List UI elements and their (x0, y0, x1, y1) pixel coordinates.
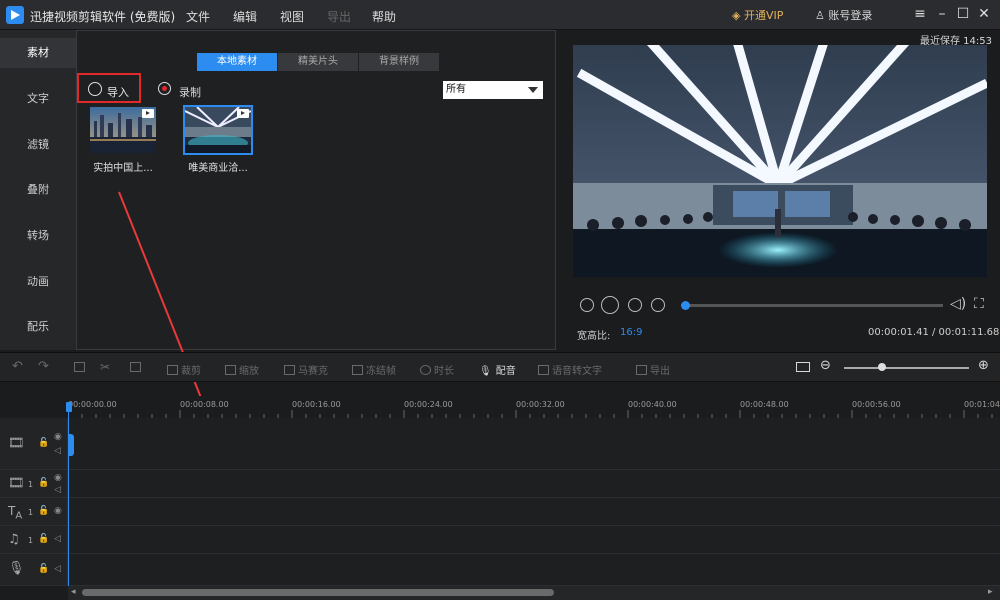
mosaic-icon (284, 365, 295, 375)
undo-icon[interactable]: ↶ (12, 359, 23, 374)
track-header: 🎞 1 🔓 ◉ ◁ (0, 470, 68, 497)
music-track[interactable]: ♫ 1 🔓 ◁ (0, 526, 1000, 554)
ruler-tick-label: 00:00:24.00 (404, 400, 453, 409)
lock-icon[interactable]: 🔓 (38, 438, 49, 448)
voiceover-button[interactable]: 🎙 配音 (479, 362, 516, 377)
speech-to-text-button[interactable]: 语音转文字 (538, 362, 602, 377)
track-header: TA 1 🔓 ◉ (0, 498, 68, 525)
freeze-frame-button[interactable]: 冻结帧 (352, 362, 396, 377)
ruler-tick-label: 00:00:32.00 (516, 400, 565, 409)
voiceover-track[interactable]: 🎙 🔓 ◁ (0, 554, 1000, 586)
track-number: 1 (28, 536, 34, 545)
duration-button[interactable]: 时长 (420, 362, 454, 377)
film-icon: 🎞 (8, 436, 25, 451)
scrollbar-thumb[interactable] (82, 589, 554, 596)
progress-knob[interactable] (680, 301, 690, 310)
text-icon: TA (8, 504, 23, 522)
edit-icon[interactable] (74, 362, 88, 374)
playhead-handle[interactable] (66, 402, 72, 412)
eye-icon[interactable]: ◉ (54, 506, 62, 516)
zoom-out-icon[interactable]: ⊖ (820, 358, 831, 373)
main-video-track[interactable]: 🎞 🔓 ◉ ◁ (0, 418, 1000, 470)
next-frame-button[interactable] (628, 298, 642, 312)
playback-time: 00:00:01.41 / 00:01:11.68 (868, 327, 1000, 338)
export-icon (636, 365, 647, 375)
crop-icon (167, 365, 178, 375)
redo-icon[interactable]: ↷ (38, 359, 49, 374)
clip-marker (68, 434, 74, 456)
ruler-tick-label: 00:01:04 (964, 400, 1000, 409)
ruler-tick-label: 00:00:00.00 (68, 400, 117, 409)
preview-panel: 最近保存 14:53 ◁) ⛶ 宽高比: 16:9 00:00:01.41 / … (560, 30, 1000, 350)
lock-icon[interactable]: 🔓 (38, 534, 49, 544)
scroll-left-icon[interactable]: ◂ (71, 587, 76, 597)
fit-timeline-icon[interactable] (796, 362, 813, 374)
speaker-icon[interactable]: ◁ (54, 485, 61, 495)
microphone-icon: 🎙 (8, 561, 25, 576)
crop-button[interactable]: 裁剪 (167, 362, 201, 377)
playback-progress-bar[interactable] (680, 301, 943, 310)
ruler-ticks (68, 410, 993, 418)
timeline-tracks: 🎞 🔓 ◉ ◁ 🎞 1 🔓 ◉ ◁ TA 1 🔓 ◉ ♫ 1 🔓 ◁ 🎙 🔓 ◁ (0, 418, 1000, 586)
freeze-icon (352, 365, 363, 375)
zoom-in-icon[interactable]: ⊕ (978, 358, 989, 373)
delete-icon[interactable] (130, 362, 144, 374)
speaker-icon[interactable]: ◁ (54, 534, 61, 544)
ruler-tick-label: 00:00:16.00 (292, 400, 341, 409)
cut-icon[interactable]: ✂ (100, 360, 110, 374)
lock-icon[interactable]: 🔓 (38, 564, 49, 574)
track-header: 🎙 🔓 ◁ (0, 554, 68, 585)
mosaic-button[interactable]: 马赛克 (284, 362, 328, 377)
track-header: 🎞 🔓 ◉ ◁ (0, 418, 68, 469)
pause-button[interactable] (601, 296, 619, 314)
timeline-ruler[interactable]: 00:00:00.00 00:00:08.00 00:00:16.00 00:0… (0, 396, 1000, 418)
fullscreen-icon[interactable]: ⛶ (974, 296, 984, 312)
meeting-room-frame (573, 45, 987, 277)
music-icon: ♫ (8, 532, 20, 547)
lock-icon[interactable]: 🔓 (38, 478, 49, 488)
speaker-icon[interactable]: ◁ (54, 446, 61, 456)
ruler-tick-label: 00:00:40.00 (628, 400, 677, 409)
lock-icon[interactable]: 🔓 (38, 506, 49, 516)
speaker-icon[interactable]: ◁ (54, 564, 61, 574)
timeline-zoom-knob[interactable] (878, 363, 886, 371)
toolbar-export-button[interactable]: 导出 (636, 362, 670, 377)
film-icon: 🎞 (8, 476, 25, 491)
timeline-zoom-slider[interactable] (844, 367, 969, 369)
aspect-ratio-value[interactable]: 16:9 (620, 327, 642, 338)
ruler-tick-label: 00:00:08.00 (180, 400, 229, 409)
ruler-tick-label: 00:00:56.00 (852, 400, 901, 409)
track-number: 1 (28, 480, 34, 489)
zoom-tool-icon (225, 365, 236, 375)
speech-icon (538, 365, 549, 375)
aspect-ratio-label: 宽高比: (577, 331, 611, 342)
text-track[interactable]: TA 1 🔓 ◉ (0, 498, 1000, 526)
video-preview[interactable] (573, 45, 987, 277)
playhead[interactable] (68, 406, 69, 586)
volume-icon[interactable]: ◁) (950, 296, 966, 312)
previous-frame-button[interactable] (580, 298, 594, 312)
eye-icon[interactable]: ◉ (54, 473, 62, 483)
track-number: 1 (28, 508, 34, 517)
ruler-tick-label: 00:00:48.00 (740, 400, 789, 409)
eye-icon[interactable]: ◉ (54, 432, 62, 442)
stop-button[interactable] (651, 298, 665, 312)
track-header: ♫ 1 🔓 ◁ (0, 526, 68, 553)
microphone-icon: 🎙 (479, 366, 492, 377)
scroll-right-icon[interactable]: ▸ (988, 587, 993, 597)
zoom-button[interactable]: 缩放 (225, 362, 259, 377)
pip-track[interactable]: 🎞 1 🔓 ◉ ◁ (0, 470, 1000, 498)
timeline-scrollbar[interactable]: ◂ ▸ (68, 586, 1000, 600)
clock-icon (420, 365, 431, 375)
